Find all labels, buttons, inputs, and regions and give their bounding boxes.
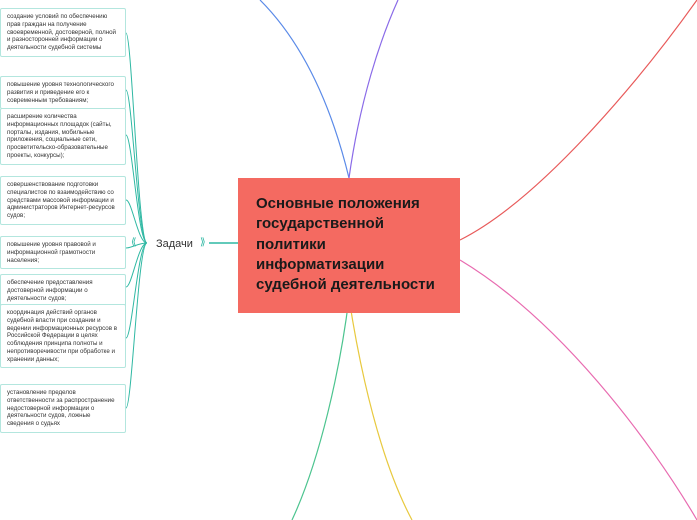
leaf-text: создание условий по обеспечению прав гра… — [7, 13, 116, 51]
branch-node-tasks[interactable]: Задачи — [150, 236, 199, 252]
center-node-title: Основные положения государственной полит… — [256, 195, 435, 293]
leaf-text: совершенствование подготовки специалисто… — [7, 181, 115, 219]
leaf-text: повышение уровня технологического развит… — [7, 81, 114, 104]
leaf-node[interactable]: обеспечение предоставления достоверной и… — [0, 274, 126, 307]
leaf-node[interactable]: повышение уровня технологического развит… — [0, 76, 126, 109]
leaf-node[interactable]: создание условий по обеспечению прав гра… — [0, 8, 126, 57]
leaf-text: обеспечение предоставления достоверной и… — [7, 279, 93, 302]
leaf-text: повышение уровня правовой и информационн… — [7, 241, 96, 264]
mindmap-canvas: Основные положения государственной полит… — [0, 0, 697, 520]
branch-node-label: Задачи — [156, 238, 193, 250]
center-node[interactable]: Основные положения государственной полит… — [238, 178, 460, 313]
leaf-node[interactable]: повышение уровня правовой и информационн… — [0, 236, 126, 269]
chevron-left-icon: ⟪ — [131, 237, 137, 248]
leaf-node[interactable]: совершенствование подготовки специалисто… — [0, 176, 126, 225]
chevron-right-icon: ⟫ — [200, 237, 206, 248]
leaf-text: расширение количества информационных пло… — [7, 113, 112, 159]
leaf-text: координация действий органов судебной вл… — [7, 309, 117, 363]
leaf-text: установление пределов ответственности за… — [7, 389, 115, 427]
leaf-node[interactable]: координация действий органов судебной вл… — [0, 304, 126, 368]
leaf-node[interactable]: расширение количества информационных пло… — [0, 108, 126, 165]
leaf-node[interactable]: установление пределов ответственности за… — [0, 384, 126, 433]
